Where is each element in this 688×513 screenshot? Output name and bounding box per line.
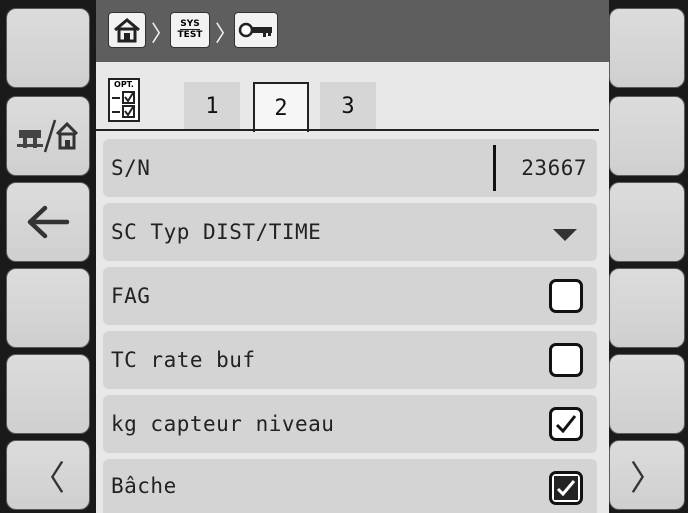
bache-row[interactable]: Bâche	[103, 459, 597, 513]
prev-page-icon: 〈	[31, 458, 65, 499]
checkbox-fill	[554, 476, 578, 500]
dropdown-arrow-icon	[553, 229, 577, 241]
right-softkey-1[interactable]	[609, 8, 685, 88]
test-label: TEST	[177, 30, 203, 40]
checklist-icon	[112, 91, 135, 118]
back-arrow-icon	[27, 205, 70, 239]
machine-home-toggle-button[interactable]	[6, 96, 90, 176]
home-icon	[114, 18, 140, 43]
fag-checkbox[interactable]	[549, 279, 583, 313]
opt-label: OPT.	[114, 80, 134, 89]
main-panel: 〉 SYS TEST 〉 OPT. 1 2 3 S/N 23667 SC Typ…	[96, 0, 609, 513]
kg-capteur-niveau-row[interactable]: kg capteur niveau	[103, 395, 597, 453]
serial-number-row[interactable]: S/N 23667	[103, 139, 597, 197]
serial-number-value: 23667	[521, 156, 587, 180]
breadcrumb-home[interactable]	[108, 12, 146, 48]
key-icon	[238, 22, 272, 38]
check-icon	[555, 415, 577, 434]
tab-label: 2	[274, 95, 288, 121]
options-badge: OPT.	[108, 78, 140, 122]
next-page-icon: 〉	[630, 458, 664, 499]
right-softkey-3[interactable]	[609, 182, 685, 262]
check-icon	[556, 480, 576, 497]
back-button[interactable]	[6, 182, 90, 262]
row-label: SC Typ DIST/TIME	[111, 220, 322, 244]
sc-type-dropdown[interactable]: SC Typ DIST/TIME	[103, 203, 597, 261]
tab-2[interactable]: 2	[253, 82, 309, 132]
sys-label: SYS	[180, 19, 200, 30]
machine-home-toggle-icon	[17, 119, 79, 153]
right-softkey-5[interactable]	[609, 354, 685, 434]
left-softkey-4[interactable]	[6, 268, 90, 348]
bache-checkbox[interactable]	[549, 471, 583, 505]
left-softkey-1[interactable]	[6, 8, 90, 88]
breadcrumb-key[interactable]	[234, 12, 278, 48]
text-cursor	[493, 145, 496, 191]
kg-capteur-niveau-checkbox[interactable]	[549, 407, 583, 441]
tab-3[interactable]: 3	[320, 82, 376, 130]
left-softkey-5[interactable]	[6, 354, 90, 434]
row-label: S/N	[111, 156, 151, 180]
tab-label: 3	[341, 93, 355, 119]
row-label: Bâche	[111, 474, 177, 498]
right-softkey-2[interactable]	[609, 96, 685, 176]
fag-row[interactable]: FAG	[103, 267, 597, 325]
prev-page-button[interactable]: 〈	[6, 440, 90, 510]
tab-1[interactable]: 1	[184, 82, 240, 130]
breadcrumb: 〉 SYS TEST 〉	[96, 0, 609, 62]
row-label: kg capteur niveau	[111, 412, 335, 436]
tab-label: 1	[205, 93, 219, 119]
row-label: FAG	[111, 284, 151, 308]
tab-baseline	[96, 129, 599, 131]
next-page-button[interactable]: 〉	[609, 440, 685, 510]
tc-rate-buf-row[interactable]: TC rate buf	[103, 331, 597, 389]
tc-rate-buf-checkbox[interactable]	[549, 343, 583, 377]
right-softkey-4[interactable]	[609, 268, 685, 348]
breadcrumb-sys-test[interactable]: SYS TEST	[170, 12, 210, 48]
row-label: TC rate buf	[111, 348, 256, 372]
